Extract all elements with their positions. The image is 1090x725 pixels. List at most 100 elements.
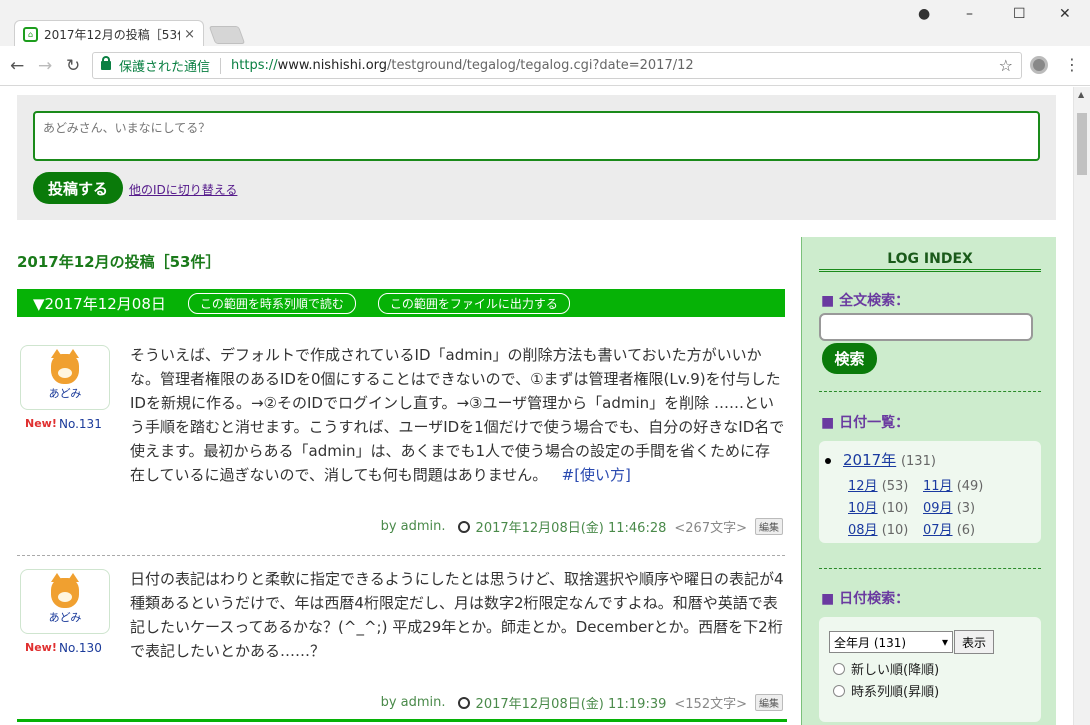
edit-button[interactable]: 編集	[755, 694, 783, 711]
scroll-thumb[interactable]	[1077, 113, 1087, 175]
post-number-link[interactable]: No.131	[59, 417, 102, 431]
url-scheme: https://	[231, 58, 278, 73]
month-link-11[interactable]: 11月	[923, 479, 953, 494]
radio-newest[interactable]: 新しい順(降順)	[833, 659, 939, 678]
secure-label: 保護された通信	[119, 60, 211, 75]
browser-menu-icon[interactable]: ⋮	[1064, 55, 1080, 74]
char-count: <152文字>	[674, 697, 747, 712]
tab-strip: ⌂ 2017年12月の投稿［53件 × ● – ☐ ✕	[0, 0, 1090, 47]
post-meta: by admin. 2017年12月08日(金) 11:19:39 <152文字…	[381, 693, 783, 712]
page-title: 2017年12月の投稿［53件］	[17, 253, 221, 271]
radio-icon	[833, 684, 845, 697]
post-meta: by admin. 2017年12月08日(金) 11:46:28 <267文字…	[381, 517, 783, 536]
omnibox-separator	[220, 57, 222, 74]
post-author[interactable]: by admin.	[381, 695, 446, 710]
post-text: そういえば、デフォルトで作成されているID「admin」の削除方法も書いておいた…	[130, 346, 785, 484]
post-textarea[interactable]	[33, 111, 1040, 161]
vertical-scrollbar[interactable]: ▲	[1073, 87, 1090, 725]
month-item: 08月 (10)	[848, 523, 909, 538]
month-link-08[interactable]: 08月	[848, 523, 878, 538]
year-item: 2017年 (131)	[825, 449, 936, 470]
entry-divider	[17, 555, 785, 556]
month-item: 07月 (6)	[923, 523, 976, 538]
year-link[interactable]: 2017年	[843, 451, 896, 469]
date-search-heading: ■ 日付検索：	[821, 591, 910, 607]
tab-close-icon[interactable]: ×	[184, 27, 195, 42]
date-label[interactable]: ▼2017年12月08日	[33, 293, 166, 314]
new-tab-button[interactable]	[208, 26, 246, 44]
fulltext-search-heading: ■ 全文検索：	[821, 293, 910, 309]
page-viewport: 投稿する 他のIDに切り替える 2017年12月の投稿［53件］ ▼2017年1…	[0, 87, 1090, 725]
date-list: 2017年 (131) 12月 (53) 11月 (49) 10月 (10) 0…	[819, 441, 1041, 543]
month-item: 12月 (53)	[848, 479, 909, 494]
month-item: 09月 (3)	[923, 501, 976, 516]
dropdown-arrow-icon: ▾	[941, 635, 948, 649]
site-favicon-icon: ⌂	[23, 26, 38, 42]
close-window-button[interactable]: ✕	[1059, 6, 1071, 22]
post-submit-button[interactable]: 投稿する	[33, 172, 123, 204]
avatar-name: あどみ	[48, 611, 82, 624]
month-link-12[interactable]: 12月	[848, 479, 878, 494]
year-count: (131)	[900, 454, 936, 469]
switch-id-link[interactable]: 他のIDに切り替える	[129, 181, 237, 198]
extension-icon[interactable]	[1030, 56, 1048, 74]
avatar-name: あどみ	[48, 387, 82, 400]
post-datetime[interactable]: 2017年12月08日(金) 11:19:39	[476, 693, 667, 712]
tab-title: 2017年12月の投稿［53件	[44, 27, 181, 42]
radio-chrono[interactable]: 時系列順(昇順)	[833, 681, 939, 700]
avatar[interactable]: あどみ	[20, 345, 110, 410]
month-link-07[interactable]: 07月	[923, 523, 953, 538]
forward-button[interactable]: →	[38, 56, 52, 76]
clock-icon	[457, 696, 470, 709]
month-link-10[interactable]: 10月	[848, 501, 878, 516]
sidebar-divider	[819, 391, 1041, 392]
month-link-09[interactable]: 09月	[923, 501, 953, 516]
month-item: 10月 (10)	[848, 501, 909, 516]
radio-icon	[833, 662, 845, 675]
search-input[interactable]	[819, 313, 1033, 341]
back-button[interactable]: ←	[10, 56, 24, 76]
reload-button[interactable]: ↻	[66, 56, 80, 76]
url-host: www.nishishi.org	[277, 58, 388, 73]
sidebar: LOG INDEX ■ 全文検索： 検索 ■ 日付一覧： 2017年 (131)…	[801, 237, 1056, 725]
export-file-button[interactable]: この範囲をファイルに出力する	[377, 292, 570, 314]
sidebar-divider	[819, 568, 1041, 569]
show-button[interactable]: 表示	[954, 630, 994, 654]
date-bar: ▼2017年12月08日 この範囲を時系列順で読む この範囲をファイルに出力する	[17, 289, 785, 317]
minimize-button[interactable]: –	[966, 6, 973, 22]
post-number-link[interactable]: No.130	[59, 641, 102, 655]
url-path: /testground/tegalog/tegalog.cgi?date=201…	[387, 58, 694, 73]
new-badge: New!	[25, 641, 57, 654]
char-count: <267文字>	[674, 521, 747, 536]
scroll-up-icon[interactable]: ▲	[1078, 90, 1084, 99]
maximize-button[interactable]: ☐	[1013, 6, 1026, 22]
post-text: 日付の表記はわりと柔軟に指定できるようにしたとは思うけど、取捨選択や順序や曜日の…	[130, 570, 784, 660]
cat-avatar-icon	[51, 349, 79, 384]
edit-button[interactable]: 編集	[755, 518, 783, 535]
cat-avatar-icon	[51, 573, 79, 608]
bullet-icon	[825, 457, 831, 464]
month-item: 11月 (49)	[923, 479, 984, 494]
lock-icon	[101, 56, 111, 70]
month-select[interactable]: 全年月 (131) ▾	[829, 631, 953, 653]
account-icon[interactable]: ●	[918, 6, 930, 22]
sidebar-title: LOG INDEX	[819, 251, 1041, 272]
post-body: 日付の表記はわりと柔軟に指定できるようにしたとは思うけど、取捨選択や順序や曜日の…	[130, 567, 785, 663]
clock-icon	[457, 520, 470, 533]
hashtag-link[interactable]: #[使い方]	[562, 466, 631, 484]
address-bar[interactable]: 保護された通信 https:// www.nishishi.org /testg…	[92, 52, 1022, 79]
date-search-box: 全年月 (131) ▾ 表示 新しい順(降順) 時系列順(昇順)	[819, 617, 1041, 722]
post-body: そういえば、デフォルトで作成されているID「admin」の削除方法も書いておいた…	[130, 343, 785, 487]
date-list-heading: ■ 日付一覧：	[821, 415, 910, 431]
browser-toolbar: ← → ↻ 保護された通信 https:// www.nishishi.org …	[0, 46, 1090, 86]
post-form: 投稿する 他のIDに切り替える	[17, 95, 1056, 220]
bookmark-star-icon[interactable]: ☆	[999, 56, 1013, 75]
post-author[interactable]: by admin.	[381, 519, 446, 534]
read-chrono-button[interactable]: この範囲を時系列順で読む	[187, 292, 356, 314]
next-date-bar	[17, 719, 787, 725]
post-datetime[interactable]: 2017年12月08日(金) 11:46:28	[476, 517, 667, 536]
new-badge: New!	[25, 417, 57, 430]
browser-tab[interactable]: ⌂ 2017年12月の投稿［53件 ×	[14, 20, 204, 47]
avatar[interactable]: あどみ	[20, 569, 110, 634]
search-button[interactable]: 検索	[822, 343, 877, 374]
